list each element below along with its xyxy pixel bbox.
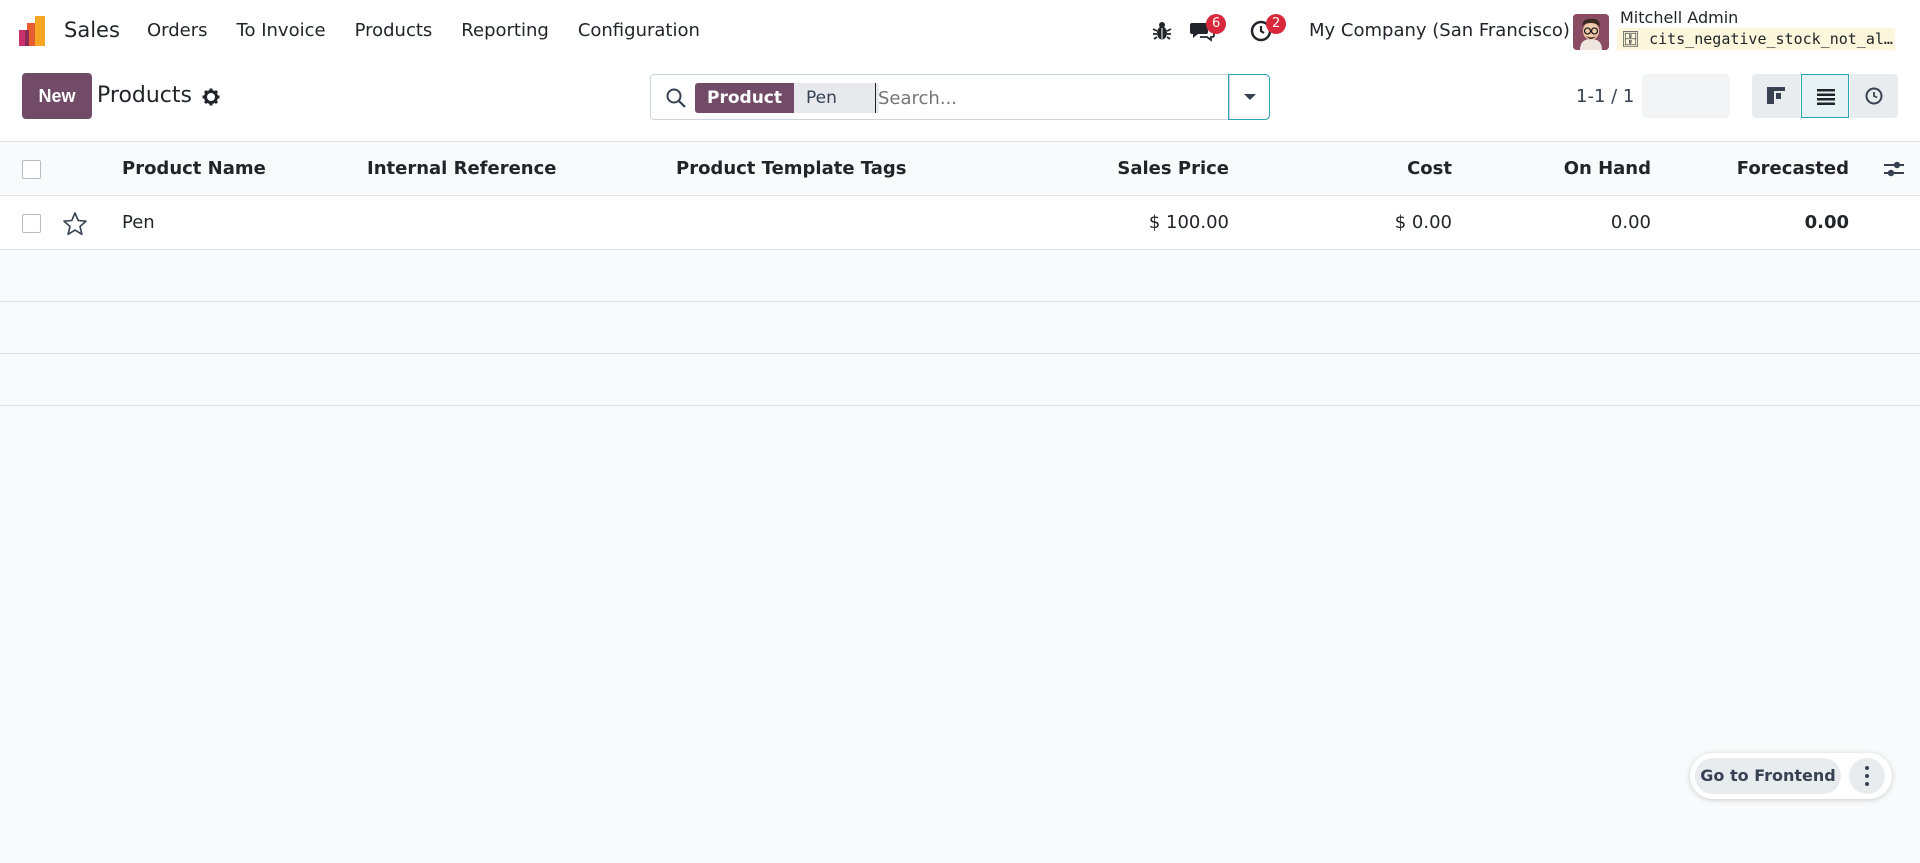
header-product-name[interactable]: Product Name — [122, 142, 266, 196]
page-title: Products — [97, 83, 192, 108]
row-checkbox[interactable] — [22, 214, 41, 233]
cell-product-name: Pen — [122, 212, 155, 233]
select-all-checkbox[interactable] — [22, 160, 41, 179]
pager-value[interactable]: 1-1 / 1 — [1576, 86, 1634, 107]
menu-to-invoice[interactable]: To Invoice — [237, 20, 326, 41]
user-avatar[interactable] — [1573, 14, 1609, 50]
gear-icon[interactable] — [202, 88, 220, 106]
company-switcher[interactable]: My Company (San Francisco) — [1309, 20, 1570, 41]
main-menu: Orders To Invoice Products Reporting Con… — [147, 20, 729, 41]
frontend-toolbar: Go to Frontend — [1690, 753, 1892, 799]
cell-forecasted: 0.00 — [1804, 212, 1849, 233]
header-on-hand[interactable]: On Hand — [1564, 142, 1651, 196]
list-icon — [1817, 89, 1835, 105]
optional-columns-icon[interactable] — [1883, 158, 1905, 180]
dot — [1865, 774, 1869, 778]
product-list: Product Name Internal Reference Product … — [0, 142, 1920, 406]
list-view-button[interactable] — [1801, 74, 1849, 118]
activity-count-badge: 2 — [1266, 14, 1287, 34]
database-label: cits_negative_stock_not_allowed — [1649, 30, 1895, 48]
sales-app-icon[interactable] — [19, 16, 51, 46]
empty-row — [0, 302, 1920, 354]
pager-previous-button[interactable] — [1642, 74, 1686, 118]
app-name[interactable]: Sales — [64, 18, 120, 42]
menu-reporting[interactable]: Reporting — [461, 20, 549, 41]
activity-view-button[interactable] — [1850, 74, 1898, 118]
menu-orders[interactable]: Orders — [147, 20, 208, 41]
user-name[interactable]: Mitchell Admin — [1620, 8, 1738, 27]
star-icon[interactable] — [62, 211, 88, 237]
menu-products[interactable]: Products — [355, 20, 433, 41]
caret-down-icon — [1244, 94, 1256, 100]
new-button[interactable]: New — [22, 73, 92, 119]
cell-on-hand: 0.00 — [1610, 212, 1651, 233]
facet-label: Product — [695, 83, 794, 113]
header-template-tags[interactable]: Product Template Tags — [676, 142, 907, 196]
search-options-toggle[interactable] — [1228, 74, 1270, 120]
go-to-frontend-button[interactable]: Go to Frontend — [1695, 758, 1841, 794]
empty-row — [0, 250, 1920, 302]
header-forecasted[interactable]: Forecasted — [1737, 142, 1849, 196]
search-facet[interactable]: Product Pen — [695, 83, 879, 113]
control-panel: New Products Product Pen 1-1 / 1 — [0, 62, 1920, 142]
clock-icon — [1865, 87, 1883, 105]
header-internal-reference[interactable]: Internal Reference — [367, 142, 556, 196]
table-header: Product Name Internal Reference Product … — [0, 142, 1920, 196]
facet-value: Pen — [794, 83, 879, 113]
top-navbar: Sales Orders To Invoice Products Reporti… — [0, 0, 1920, 62]
cell-cost: $ 0.00 — [1394, 212, 1452, 233]
header-sales-price[interactable]: Sales Price — [1117, 142, 1229, 196]
dot — [1865, 782, 1869, 786]
database-name: 🗄︎ cits_negative_stock_not_allowed — [1617, 28, 1895, 50]
database-icon: 🗄︎ — [1621, 30, 1641, 48]
empty-row — [0, 354, 1920, 406]
dot — [1865, 766, 1869, 770]
cell-sales-price: $ 100.00 — [1148, 212, 1229, 233]
chat-count-badge: 6 — [1206, 14, 1227, 34]
kanban-view-button[interactable] — [1752, 74, 1800, 118]
menu-configuration[interactable]: Configuration — [578, 20, 700, 41]
bug-icon[interactable] — [1151, 20, 1173, 42]
pager-next-button[interactable] — [1686, 74, 1730, 118]
search-icon[interactable] — [665, 87, 687, 109]
kanban-icon — [1767, 87, 1785, 104]
search-input[interactable] — [875, 83, 1225, 113]
more-options-button[interactable] — [1849, 758, 1885, 794]
table-row[interactable]: Pen $ 100.00 $ 0.00 0.00 0.00 — [0, 196, 1920, 250]
search-bar: Product Pen — [650, 74, 1270, 120]
header-cost[interactable]: Cost — [1407, 142, 1452, 196]
